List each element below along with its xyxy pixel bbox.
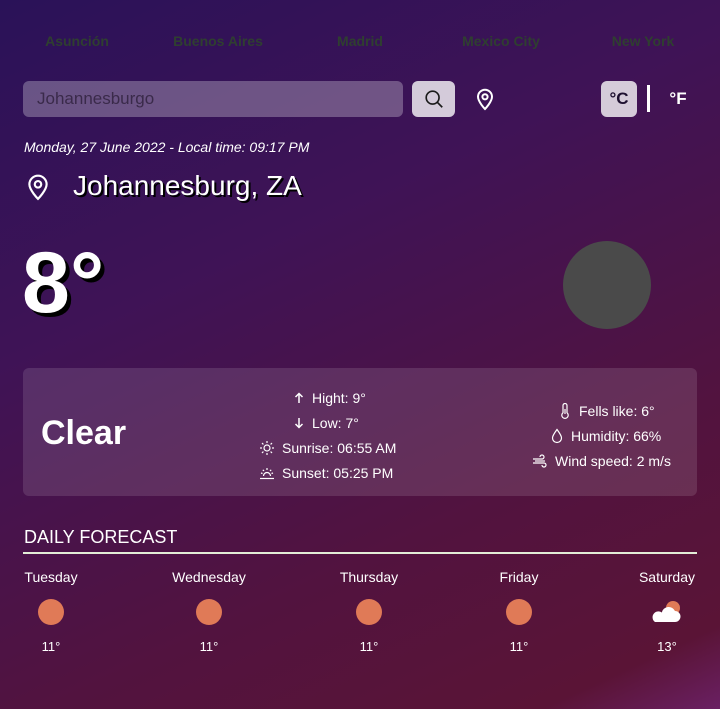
extra-details: Fells like: 6° Humidity: 66% Wind speed:… — [528, 398, 698, 473]
forecast-title: DAILY FORECAST — [24, 527, 178, 547]
thermometer-icon — [561, 402, 569, 419]
fahrenheit-toggle[interactable]: °F — [663, 81, 693, 117]
weather-details-panel: Clear Hight: 9° Low: 7° Sunrise: 06:55 A… — [23, 368, 697, 496]
search-button[interactable] — [412, 81, 455, 117]
city-link-buenos-aires[interactable]: Buenos Aires — [173, 33, 263, 49]
sunrise-icon — [260, 440, 274, 455]
forecast-temp: 13° — [657, 639, 677, 654]
current-temperature: 8° — [22, 235, 105, 331]
forecast-temp: 11° — [199, 639, 219, 654]
humidity-row: Humidity: 66% — [528, 423, 698, 448]
forecast-temp: 11° — [41, 639, 61, 654]
sun-icon — [196, 599, 222, 625]
weather-condition: Clear — [41, 414, 127, 452]
low-temp: Low: 7° — [312, 414, 359, 431]
sunset-row: Sunset: 05:25 PM — [253, 460, 433, 485]
forecast-day: Thursday 11° — [314, 569, 424, 654]
feels-like: Fells like: 6° — [579, 402, 655, 419]
forecast-day-name: Wednesday — [172, 569, 246, 585]
wind-icon — [533, 453, 547, 468]
forecast-day: Tuesday 11° — [0, 569, 106, 654]
forecast-divider — [23, 552, 697, 554]
forecast-day-name: Saturday — [638, 569, 696, 585]
city-link-asuncion[interactable]: Asunción — [45, 33, 109, 49]
temperature-details: Hight: 9° Low: 7° Sunrise: 06:55 AM Suns… — [253, 385, 433, 485]
low-temp-row: Low: 7° — [253, 410, 433, 435]
arrow-up-icon — [294, 391, 304, 403]
city-link-new-york[interactable]: New York — [612, 33, 675, 49]
location-pin-icon — [28, 174, 48, 201]
unit-divider — [647, 85, 650, 112]
city-shortcuts: Asunción Buenos Aires Madrid Mexico City… — [0, 33, 720, 51]
droplet-icon — [551, 427, 563, 443]
forecast-day-name: Tuesday — [24, 569, 78, 585]
weather-icon — [563, 241, 651, 329]
location-pin-icon — [476, 88, 494, 111]
sunset-time: Sunset: 05:25 PM — [282, 464, 394, 481]
wind-row: Wind speed: 2 m/s — [528, 448, 698, 473]
high-temp-row: Hight: 9° — [253, 385, 433, 410]
location-name: Johannesburg, ZA — [73, 170, 302, 201]
sun-icon — [38, 599, 64, 625]
forecast-day: Saturday 13° — [612, 569, 720, 654]
sunrise-row: Sunrise: 06:55 AM — [253, 435, 433, 460]
current-location-button[interactable] — [473, 87, 497, 111]
local-datetime: Monday, 27 June 2022 - Local time: 09:17… — [24, 139, 310, 155]
sun-icon — [356, 599, 382, 625]
city-link-mexico-city[interactable]: Mexico City — [462, 33, 540, 49]
sunset-icon — [260, 467, 274, 479]
search-icon — [424, 90, 443, 108]
celsius-toggle[interactable]: °C — [601, 81, 637, 117]
search-input[interactable] — [23, 81, 403, 117]
arrow-down-icon — [294, 417, 304, 429]
forecast-day: Friday 11° — [464, 569, 574, 654]
high-temp: Hight: 9° — [312, 389, 366, 406]
partly-cloudy-icon — [649, 599, 685, 625]
wind-speed: Wind speed: 2 m/s — [555, 452, 671, 469]
forecast-day-name: Friday — [499, 569, 539, 585]
search-bar: °C °F — [23, 81, 697, 117]
sunrise-time: Sunrise: 06:55 AM — [282, 439, 397, 456]
forecast-temp: 11° — [509, 639, 529, 654]
forecast-day: Wednesday 11° — [154, 569, 264, 654]
city-link-madrid[interactable]: Madrid — [337, 33, 383, 49]
forecast-day-name: Thursday — [339, 569, 399, 585]
sun-icon — [506, 599, 532, 625]
forecast-temp: 11° — [359, 639, 379, 654]
feels-like-row: Fells like: 6° — [528, 398, 698, 423]
humidity: Humidity: 66% — [571, 427, 662, 444]
